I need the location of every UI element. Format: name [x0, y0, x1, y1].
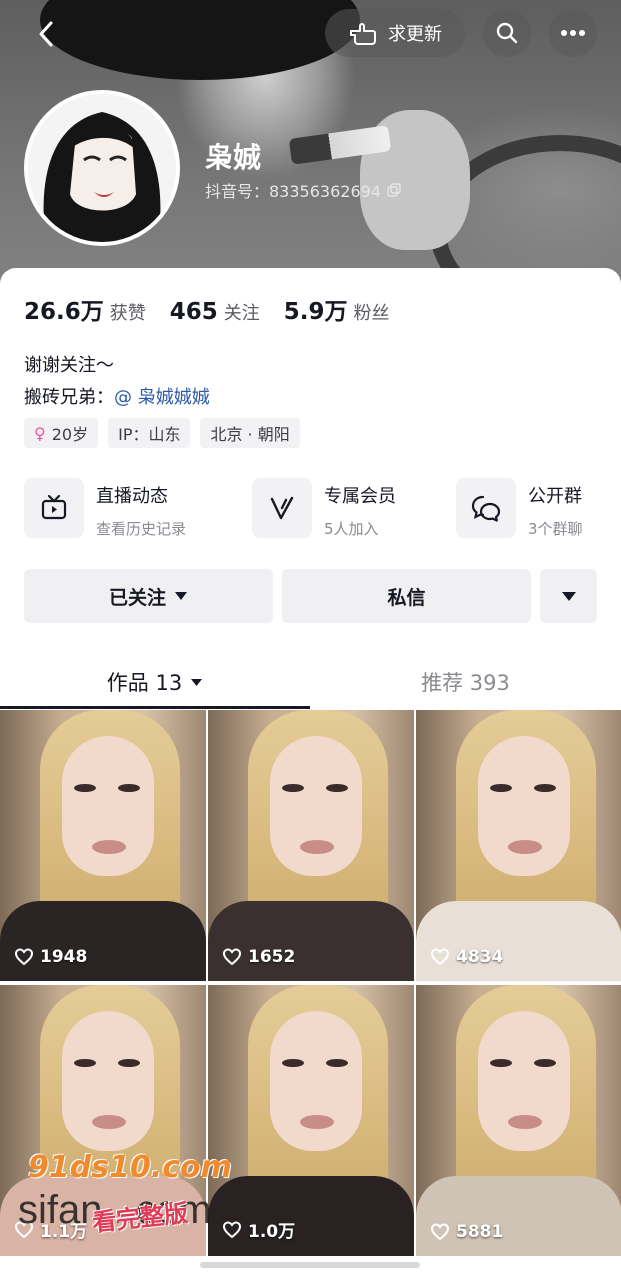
tag-ip: IP：山东	[108, 418, 191, 448]
content-tabs: 作品 13 推荐 393	[0, 658, 621, 710]
stat-likes-label: 获赞	[109, 303, 146, 324]
tag-age: ♀ 20岁	[24, 418, 99, 448]
like-count: 5881	[430, 1222, 503, 1242]
request-update-label: 求更新	[388, 24, 442, 45]
stat-following-label: 关注	[223, 303, 260, 324]
feature-live-title: 直播动态	[96, 486, 168, 507]
video-thumbnail[interactable]: 1948	[0, 710, 206, 981]
tag-location: 北京 · 朝阳	[200, 418, 300, 448]
stat-fans-number: 5.9万	[283, 299, 348, 325]
bio-prefix: 搬砖兄弟：	[24, 387, 114, 408]
feature-live-history[interactable]: 直播动态 查看历史记录	[24, 478, 186, 539]
search-button[interactable]	[483, 9, 531, 57]
like-count-text: 1948	[40, 947, 88, 967]
watermark-site-1: 91ds10.com	[28, 1150, 232, 1185]
bio-line-2: 搬砖兄弟：@ 枭娍娍娍	[24, 382, 210, 414]
avatar[interactable]	[24, 90, 180, 246]
heart-icon	[14, 948, 34, 966]
video-thumbnail[interactable]: 1652	[208, 710, 414, 981]
avatar-illustration	[28, 94, 176, 242]
profile-tags: ♀ 20岁 IP：山东 北京 · 朝阳	[24, 418, 300, 448]
caret-down-icon	[175, 592, 187, 600]
tab-works-label: 作品 13	[106, 671, 183, 695]
like-count-text: 1.0万	[248, 1222, 296, 1242]
followed-button[interactable]: 已关注	[24, 569, 273, 623]
chat-group-icon	[456, 478, 516, 538]
tab-recommend[interactable]: 推荐 393	[310, 658, 621, 706]
heart-icon	[222, 1220, 242, 1238]
followed-label: 已关注	[108, 586, 166, 609]
hand-point-icon	[350, 23, 376, 45]
more-actions-button[interactable]	[540, 569, 597, 623]
tag-location-text: 北京 · 朝阳	[210, 425, 290, 444]
video-thumbnail[interactable]: 5881	[416, 985, 621, 1256]
copy-icon[interactable]	[387, 183, 401, 197]
like-count-text: 1652	[248, 947, 296, 967]
profile-card: 26.6万 获赞 465 关注 5.9万 粉丝 谢谢关注～ 搬砖兄弟：@ 枭娍娍…	[0, 268, 621, 1280]
caret-down-icon	[191, 678, 203, 686]
home-indicator	[200, 1262, 420, 1268]
feature-entries: 直播动态 查看历史记录 专属会员 5人加入 公开群 3个群聊	[24, 478, 604, 540]
search-icon	[496, 22, 518, 44]
v-badge-icon	[252, 478, 312, 538]
more-options-button[interactable]	[549, 9, 597, 57]
tab-active-indicator	[0, 706, 310, 709]
like-count: 1652	[222, 947, 295, 967]
tab-recommend-label: 推荐 393	[421, 671, 510, 695]
bio-mention-link[interactable]: @ 枭娍娍娍	[114, 387, 210, 408]
like-count: 1948	[14, 947, 87, 967]
request-update-button[interactable]: 求更新	[325, 9, 465, 57]
tab-works[interactable]: 作品 13	[0, 658, 310, 706]
like-count: 1.0万	[222, 1217, 295, 1242]
feature-live-sub: 查看历史记录	[96, 520, 187, 538]
tag-ip-text: IP：山东	[118, 425, 181, 444]
more-dots-icon	[561, 30, 585, 36]
stat-following[interactable]: 465 关注	[170, 299, 260, 325]
message-button[interactable]: 私信	[282, 569, 531, 623]
stat-likes-number: 26.6万	[24, 299, 104, 325]
feature-membership[interactable]: 专属会员 5人加入	[252, 478, 396, 539]
stat-following-number: 465	[169, 299, 218, 325]
like-count-text: 5881	[456, 1222, 504, 1242]
feature-public-group[interactable]: 公开群 3个群聊	[456, 478, 583, 539]
feature-group-sub: 3个群聊	[528, 520, 583, 538]
feature-group-title: 公开群	[528, 486, 582, 507]
feature-membership-title: 专属会员	[324, 486, 396, 507]
stat-fans[interactable]: 5.9万 粉丝	[284, 292, 390, 326]
tag-age-text: 20岁	[51, 425, 89, 444]
like-count-text: 4834	[456, 947, 504, 967]
video-thumbnail[interactable]: 4834	[416, 710, 621, 981]
bio: 谢谢关注～ 搬砖兄弟：@ 枭娍娍娍	[24, 350, 210, 414]
like-count: 4834	[430, 947, 503, 967]
action-buttons: 已关注 私信	[24, 569, 597, 623]
profile-id[interactable]: 抖音号：83356362694	[205, 178, 401, 202]
back-button[interactable]	[28, 16, 64, 52]
heart-icon	[430, 1223, 450, 1241]
stats-row: 26.6万 获赞 465 关注 5.9万 粉丝	[24, 292, 390, 326]
message-label: 私信	[387, 586, 426, 609]
heart-icon	[222, 948, 242, 966]
caret-down-icon	[561, 591, 576, 601]
chevron-left-icon	[39, 21, 53, 47]
stat-likes[interactable]: 26.6万 获赞	[24, 292, 146, 326]
feature-membership-sub: 5人加入	[324, 520, 379, 538]
video-thumbnail[interactable]: 1.0万	[208, 985, 414, 1256]
profile-id-text: 抖音号：83356362694	[205, 182, 381, 201]
bio-line-1: 谢谢关注～	[24, 355, 114, 376]
stat-fans-label: 粉丝	[353, 303, 390, 324]
heart-icon	[430, 948, 450, 966]
female-icon: ♀	[34, 423, 46, 443]
tv-icon	[24, 478, 84, 538]
profile-name: 枭娍	[205, 141, 262, 174]
